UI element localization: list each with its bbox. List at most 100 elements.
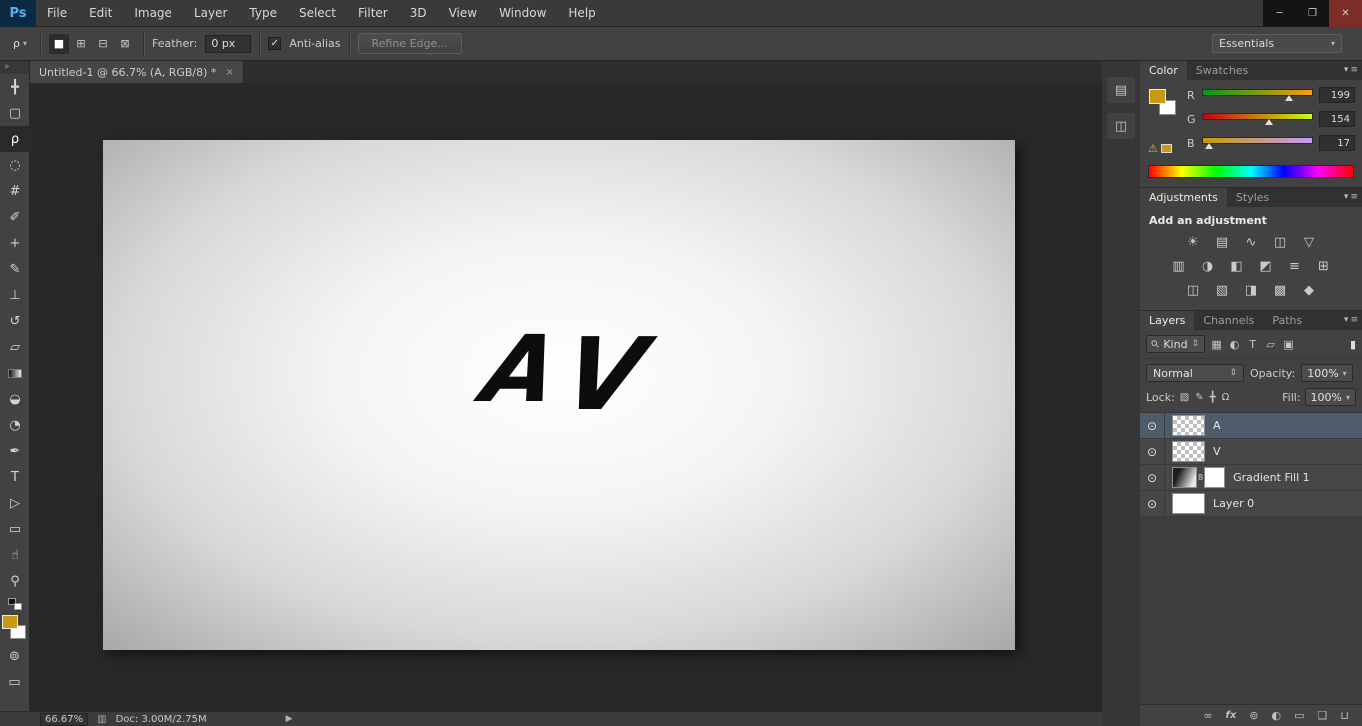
vibrance-button[interactable]: ▽ bbox=[1297, 232, 1322, 253]
screen-mode-button[interactable]: ▭ bbox=[0, 669, 30, 695]
delete-layer-button[interactable]: ⊔ bbox=[1340, 709, 1349, 722]
slider-thumb[interactable] bbox=[1265, 118, 1274, 125]
link-layers-button[interactable]: ∞ bbox=[1203, 709, 1212, 722]
smart-object-filter-button[interactable]: ▣ bbox=[1280, 335, 1297, 353]
type-tool[interactable]: T bbox=[0, 464, 30, 490]
menu-view[interactable]: View bbox=[438, 0, 488, 27]
visibility-toggle[interactable]: ⊙ bbox=[1140, 413, 1165, 438]
lock-position-button[interactable]: ╋ bbox=[1210, 392, 1216, 403]
color-spectrum-ramp[interactable] bbox=[1148, 165, 1354, 178]
tab-paths[interactable]: Paths bbox=[1263, 311, 1311, 330]
quick-mask-button[interactable]: ⊚ bbox=[0, 643, 30, 669]
quick-selection-tool[interactable]: ◌ bbox=[0, 152, 30, 178]
invert-button[interactable]: ◫ bbox=[1181, 280, 1206, 301]
channel-mixer-button[interactable]: ≡ bbox=[1282, 256, 1307, 277]
exposure-button[interactable]: ◫ bbox=[1268, 232, 1293, 253]
r-slider[interactable] bbox=[1202, 88, 1313, 102]
slider-thumb[interactable] bbox=[1205, 142, 1214, 149]
workspace-switcher[interactable]: Essentials ▾ bbox=[1212, 34, 1342, 53]
levels-button[interactable]: ▤ bbox=[1210, 232, 1235, 253]
history-panel-button[interactable]: ▤ bbox=[1107, 77, 1135, 103]
tab-swatches[interactable]: Swatches bbox=[1187, 61, 1258, 80]
visibility-toggle[interactable]: ⊙ bbox=[1140, 465, 1165, 490]
tab-channels[interactable]: Channels bbox=[1194, 311, 1263, 330]
document-tab[interactable]: Untitled-1 @ 66.7% (A, RGB/8) * × bbox=[30, 61, 244, 83]
spot-healing-brush-tool[interactable]: + bbox=[0, 230, 30, 256]
fill-input[interactable]: 100% ▾ bbox=[1304, 388, 1356, 406]
blend-mode-dropdown[interactable]: Normal ⇕ bbox=[1146, 364, 1244, 382]
color-panel-menu-button[interactable]: ▾ ≡ bbox=[1344, 65, 1358, 75]
layer-row[interactable]: ⊙ 8 Gradient Fill 1 bbox=[1140, 465, 1362, 491]
b-slider[interactable] bbox=[1202, 136, 1313, 150]
rectangular-marquee-tool[interactable]: ▢ bbox=[0, 100, 30, 126]
layer-filter-toggle[interactable]: ▮ bbox=[1350, 338, 1356, 351]
move-tool[interactable]: ╋ bbox=[0, 74, 30, 100]
hand-tool[interactable]: ☝ bbox=[0, 542, 30, 568]
tab-layers[interactable]: Layers bbox=[1140, 311, 1195, 330]
menu-help[interactable]: Help bbox=[557, 0, 606, 27]
feather-input[interactable]: 0 px bbox=[205, 34, 252, 53]
layer-row[interactable]: ⊙ V bbox=[1140, 439, 1362, 465]
tab-adjustments[interactable]: Adjustments bbox=[1140, 188, 1227, 207]
status-menu-arrow-icon[interactable]: ▶ bbox=[286, 714, 293, 724]
hue-saturation-button[interactable]: ▥ bbox=[1166, 256, 1191, 277]
photo-filter-button[interactable]: ◩ bbox=[1253, 256, 1278, 277]
menu-filter[interactable]: Filter bbox=[347, 0, 399, 27]
restore-button[interactable]: ❐ bbox=[1296, 0, 1329, 27]
foreground-color-swatch[interactable] bbox=[2, 615, 18, 629]
posterize-button[interactable]: ▧ bbox=[1210, 280, 1235, 301]
clone-stamp-tool[interactable]: ⊥ bbox=[0, 282, 30, 308]
gamut-warning[interactable]: ⚠ bbox=[1148, 142, 1172, 155]
g-slider[interactable] bbox=[1202, 112, 1313, 126]
menu-select[interactable]: Select bbox=[288, 0, 347, 27]
visibility-toggle[interactable]: ⊙ bbox=[1140, 491, 1165, 516]
eraser-tool[interactable]: ▱ bbox=[0, 334, 30, 360]
anti-alias-checkbox[interactable]: ✓ bbox=[268, 37, 282, 50]
refine-edge-button[interactable]: Refine Edge... bbox=[357, 33, 462, 54]
properties-panel-button[interactable]: ◫ bbox=[1107, 113, 1135, 139]
threshold-button[interactable]: ◨ bbox=[1239, 280, 1264, 301]
close-button[interactable]: ✕ bbox=[1329, 0, 1362, 27]
dodge-tool[interactable]: ◔ bbox=[0, 412, 30, 438]
layer-filter-kind-dropdown[interactable]: ⚲ Kind ⇕ bbox=[1146, 335, 1206, 353]
adjustment-layer-filter-button[interactable]: ◐ bbox=[1226, 335, 1243, 353]
layer-style-button[interactable]: fx bbox=[1225, 710, 1236, 721]
black-white-button[interactable]: ◧ bbox=[1224, 256, 1249, 277]
tab-styles[interactable]: Styles bbox=[1227, 188, 1278, 207]
menu-file[interactable]: File bbox=[36, 0, 78, 27]
polygonal-lasso-tool[interactable]: ρ bbox=[0, 126, 30, 152]
menu-edit[interactable]: Edit bbox=[78, 0, 123, 27]
layer-row[interactable]: ⊙ Layer 0 bbox=[1140, 491, 1362, 517]
tool-preset-picker[interactable]: ρ ▾ bbox=[8, 35, 32, 52]
shape-layer-filter-button[interactable]: ▱ bbox=[1262, 335, 1279, 353]
lock-all-button[interactable]: Ω bbox=[1222, 392, 1230, 403]
toolbar-collapse-button[interactable]: » bbox=[0, 61, 29, 74]
intersect-selection-button[interactable]: ⊠ bbox=[115, 34, 135, 54]
minimize-button[interactable]: ─ bbox=[1263, 0, 1296, 27]
layer-row[interactable]: ⊙ A bbox=[1140, 413, 1362, 439]
subtract-from-selection-button[interactable]: ⊟ bbox=[93, 34, 113, 54]
menu-3d[interactable]: 3D bbox=[399, 0, 438, 27]
crop-tool[interactable]: # bbox=[0, 178, 30, 204]
default-colors-icon[interactable] bbox=[7, 598, 22, 610]
layers-panel-menu-button[interactable]: ▾ ≡ bbox=[1344, 315, 1358, 325]
zoom-level-input[interactable]: 66.67% bbox=[40, 712, 89, 726]
new-group-button[interactable]: ▭ bbox=[1294, 709, 1304, 722]
tab-color[interactable]: Color bbox=[1140, 61, 1187, 80]
rectangle-tool[interactable]: ▭ bbox=[0, 516, 30, 542]
gradient-tool[interactable] bbox=[0, 360, 30, 386]
add-layer-mask-button[interactable]: ⊚ bbox=[1249, 709, 1258, 722]
tab-close-icon[interactable]: × bbox=[225, 67, 233, 78]
opacity-input[interactable]: 100% ▾ bbox=[1301, 364, 1353, 382]
g-value-input[interactable]: 154 bbox=[1319, 111, 1355, 127]
color-lookup-button[interactable]: ⊞ bbox=[1311, 256, 1336, 277]
slider-thumb[interactable] bbox=[1284, 94, 1293, 101]
menu-type[interactable]: Type bbox=[238, 0, 288, 27]
eyedropper-tool[interactable]: ✐ bbox=[0, 204, 30, 230]
pen-tool[interactable]: ✒ bbox=[0, 438, 30, 464]
lock-transparency-button[interactable]: ▨ bbox=[1180, 392, 1189, 403]
blur-tool[interactable]: ◒ bbox=[0, 386, 30, 412]
document-canvas[interactable]: A V bbox=[103, 140, 1015, 650]
curves-button[interactable]: ∿ bbox=[1239, 232, 1264, 253]
pixel-layer-filter-button[interactable]: ▦ bbox=[1208, 335, 1225, 353]
